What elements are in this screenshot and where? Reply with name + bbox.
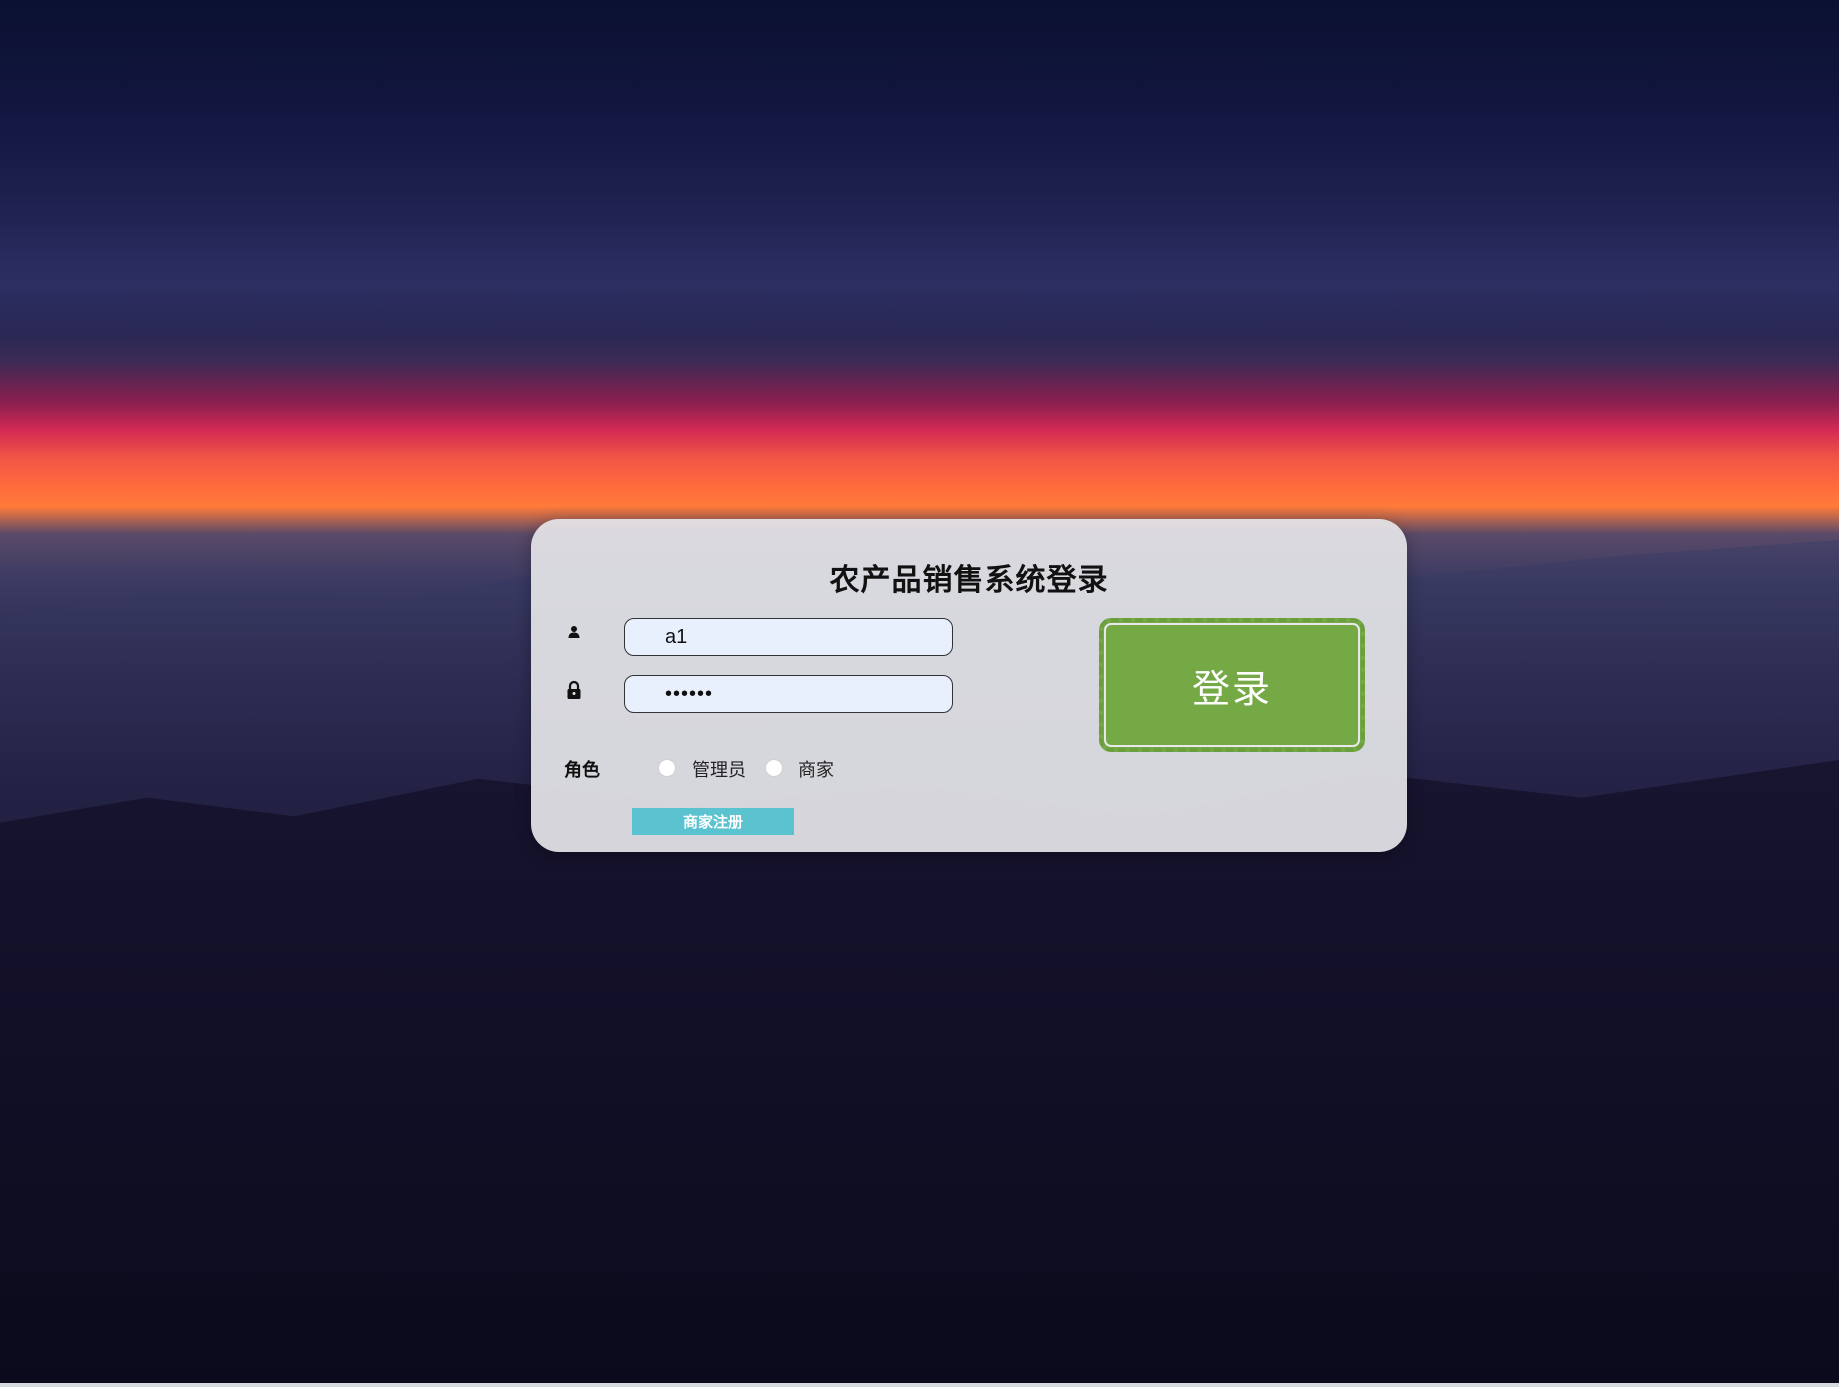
role-radio-admin[interactable] <box>658 759 676 777</box>
username-input[interactable] <box>624 618 953 656</box>
role-label: 角色 <box>564 760 600 781</box>
role-radio-merchant[interactable] <box>765 759 783 777</box>
merchant-register-button[interactable]: 商家注册 <box>632 808 794 835</box>
background-mountains <box>0 760 1839 1387</box>
login-button[interactable]: 登录 <box>1099 618 1365 752</box>
login-card: 农产品销售系统登录 角色 管理员 商家 商家注册 登录 <box>531 519 1407 852</box>
user-icon <box>563 621 585 643</box>
role-option-admin-label: 管理员 <box>692 760 746 781</box>
role-option-merchant-label: 商家 <box>798 760 834 781</box>
lock-icon <box>563 679 585 701</box>
page-bottom-border <box>0 1383 1839 1387</box>
password-input[interactable] <box>624 675 953 713</box>
page-title: 农产品销售系统登录 <box>829 563 1109 598</box>
